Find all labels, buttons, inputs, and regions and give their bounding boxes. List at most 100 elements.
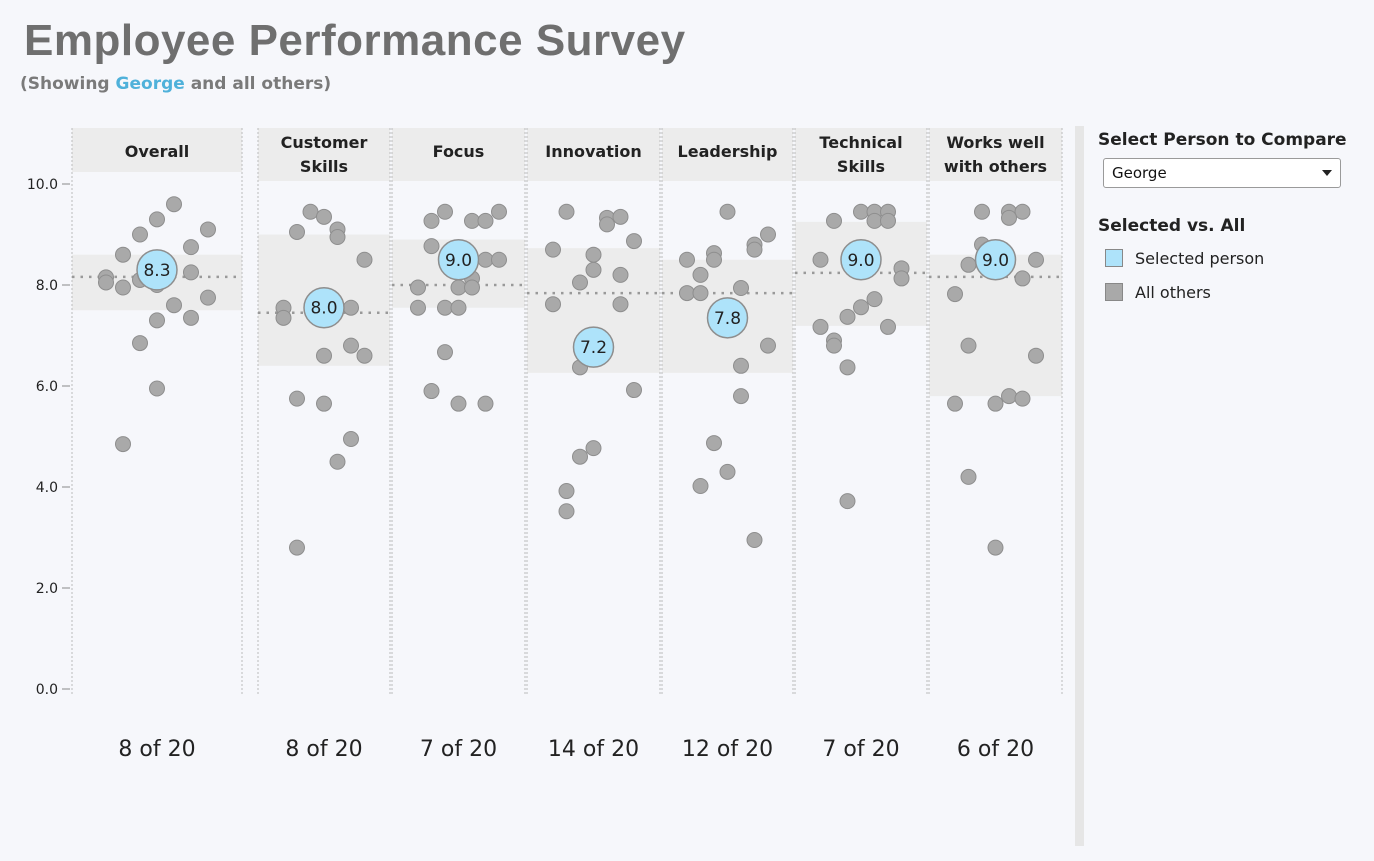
rank-label: 6 of 20 bbox=[957, 737, 1034, 762]
other-person-dot bbox=[1001, 209, 1017, 226]
other-person-dot bbox=[423, 383, 440, 400]
category-pane-3: Innovation 7.2 14 of 20 bbox=[526, 128, 661, 762]
other-person-dot bbox=[679, 251, 695, 268]
other-person-dot bbox=[572, 448, 588, 465]
legend-label: All others bbox=[1135, 282, 1211, 302]
filter-panel: Select Person to Compare George Selected… bbox=[1098, 128, 1358, 306]
other-person-dot bbox=[343, 299, 359, 316]
other-person-dot bbox=[437, 203, 453, 220]
other-person-dot bbox=[183, 309, 199, 326]
legend-label: Selected person bbox=[1135, 248, 1265, 268]
category-pane-0: Overall 8.3 8 of 20 bbox=[71, 128, 243, 762]
other-person-dot bbox=[275, 309, 292, 326]
other-person-dot bbox=[464, 212, 480, 229]
other-person-dot bbox=[719, 203, 736, 220]
other-person-dot bbox=[746, 532, 763, 549]
selected-value-label: 8.0 bbox=[310, 299, 337, 319]
legend-item-selected[interactable]: Selected person bbox=[1105, 244, 1358, 272]
chevron-down-icon bbox=[1322, 170, 1332, 176]
category-pane-1: Customer Skills 8.0 8 of 20 bbox=[257, 128, 391, 762]
person-dropdown[interactable]: George bbox=[1103, 158, 1341, 188]
other-person-dot bbox=[692, 477, 709, 494]
category-header: Leadership bbox=[678, 142, 778, 161]
other-person-dot bbox=[839, 493, 856, 510]
other-person-dot bbox=[612, 266, 629, 283]
other-person-dot bbox=[356, 347, 373, 364]
other-person-dot bbox=[893, 270, 910, 287]
other-person-dot bbox=[491, 203, 507, 220]
rank-label: 7 of 20 bbox=[420, 737, 497, 762]
category-header: Overall bbox=[125, 142, 190, 161]
category-header: with others bbox=[944, 157, 1047, 176]
other-person-dot bbox=[1028, 347, 1044, 364]
other-person-dot bbox=[477, 212, 494, 229]
other-person-dot bbox=[316, 347, 332, 364]
other-person-dot bbox=[812, 318, 829, 335]
category-header: Customer bbox=[281, 133, 368, 152]
other-person-dot bbox=[626, 233, 642, 250]
y-tick-label: 10.0 bbox=[27, 177, 58, 193]
other-person-dot bbox=[343, 431, 359, 448]
other-person-dot bbox=[115, 246, 131, 263]
rank-label: 8 of 20 bbox=[118, 737, 195, 762]
y-tick-label: 0.0 bbox=[36, 682, 58, 698]
other-person-dot bbox=[1014, 390, 1031, 407]
other-person-dot bbox=[1001, 388, 1017, 405]
other-person-dot bbox=[132, 335, 148, 352]
rank-label: 12 of 20 bbox=[682, 737, 773, 762]
category-pane-2: Focus 9.0 7 of 20 bbox=[391, 128, 526, 762]
other-person-dot bbox=[1014, 203, 1031, 220]
other-person-dot bbox=[585, 246, 602, 263]
other-person-dot bbox=[960, 468, 977, 485]
other-person-dot bbox=[558, 483, 575, 500]
selected-value-label: 9.0 bbox=[982, 251, 1009, 271]
y-tick-label: 2.0 bbox=[36, 581, 58, 597]
person-dropdown-value: George bbox=[1112, 164, 1167, 182]
other-person-dot bbox=[200, 289, 216, 306]
other-person-dot bbox=[585, 261, 602, 278]
selected-value-label: 9.0 bbox=[847, 251, 874, 271]
other-person-dot bbox=[98, 274, 114, 291]
legend-swatch-others bbox=[1105, 283, 1123, 301]
category-pane-6: Works well with others 9.0 6 of 20 bbox=[928, 128, 1063, 762]
other-person-dot bbox=[464, 279, 480, 296]
category-header: Innovation bbox=[545, 142, 641, 161]
other-person-dot bbox=[746, 241, 763, 258]
other-person-dot bbox=[706, 251, 722, 268]
other-person-dot bbox=[477, 395, 494, 412]
other-person-dot bbox=[733, 280, 749, 297]
other-person-dot bbox=[423, 238, 440, 255]
rank-label: 14 of 20 bbox=[548, 737, 639, 762]
category-pane-5: Technical Skills 9.0 7 of 20 bbox=[794, 128, 928, 762]
other-person-dot bbox=[200, 221, 216, 238]
category-header: Technical bbox=[819, 133, 902, 152]
other-person-dot bbox=[719, 463, 736, 480]
panel-divider bbox=[1075, 126, 1084, 846]
other-person-dot bbox=[960, 256, 977, 273]
other-person-dot bbox=[692, 266, 709, 283]
other-person-dot bbox=[987, 539, 1004, 556]
other-person-dot bbox=[115, 279, 131, 296]
other-person-dot bbox=[450, 299, 467, 316]
other-person-dot bbox=[329, 229, 346, 246]
other-person-dot bbox=[866, 291, 883, 308]
other-person-dot bbox=[316, 395, 332, 412]
other-person-dot bbox=[166, 196, 182, 213]
other-person-dot bbox=[692, 285, 709, 302]
category-header: Skills bbox=[837, 157, 885, 176]
y-tick-label: 6.0 bbox=[36, 379, 58, 395]
other-person-dot bbox=[947, 395, 963, 412]
other-person-dot bbox=[1028, 251, 1044, 268]
other-person-dot bbox=[880, 318, 896, 335]
other-person-dot bbox=[853, 203, 869, 220]
other-person-dot bbox=[826, 212, 842, 229]
other-person-dot bbox=[974, 203, 990, 220]
other-person-dot bbox=[839, 359, 856, 376]
other-person-dot bbox=[706, 435, 722, 452]
legend-item-others[interactable]: All others bbox=[1105, 278, 1358, 306]
other-person-dot bbox=[733, 357, 749, 374]
other-person-dot bbox=[423, 212, 440, 229]
other-person-dot bbox=[599, 216, 615, 233]
other-person-dot bbox=[812, 251, 829, 268]
selected-value-label: 8.3 bbox=[143, 261, 170, 281]
